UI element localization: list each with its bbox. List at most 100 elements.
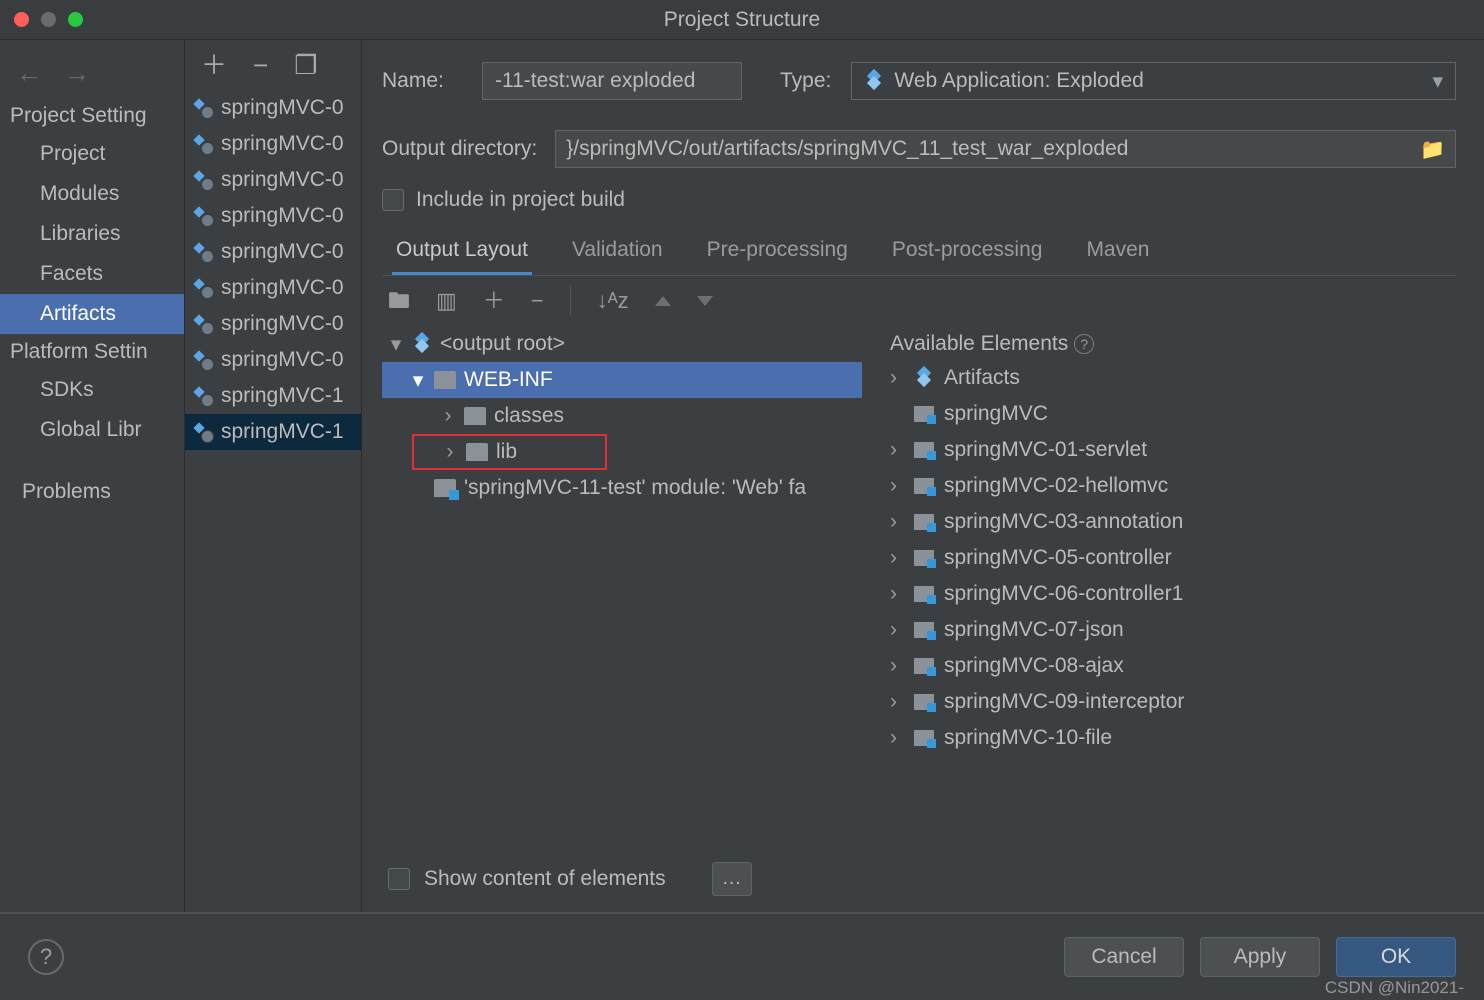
chevron-down-icon[interactable]: ▾ xyxy=(388,332,404,357)
available-item-artifacts[interactable]: › Artifacts xyxy=(870,360,1456,396)
artifact-icon xyxy=(193,278,213,298)
ok-button[interactable]: OK xyxy=(1336,937,1456,977)
window-title: Project Structure xyxy=(0,0,1484,40)
include-in-build-checkbox[interactable] xyxy=(382,189,404,211)
name-input[interactable]: -11-test:war exploded xyxy=(482,62,742,100)
tab-output-layout[interactable]: Output Layout xyxy=(392,230,532,275)
nav-back-icon[interactable]: ← xyxy=(16,60,42,86)
tab-validation[interactable]: Validation xyxy=(568,230,667,275)
available-module-item[interactable]: ›springMVC-01-servlet xyxy=(870,432,1456,468)
artifact-icon xyxy=(193,386,213,406)
available-module-item[interactable]: ›springMVC xyxy=(870,396,1456,432)
tab-maven[interactable]: Maven xyxy=(1082,230,1153,275)
folder-icon xyxy=(434,371,456,389)
tab-pre-processing[interactable]: Pre-processing xyxy=(703,230,852,275)
sidebar-item-libraries[interactable]: Libraries xyxy=(0,214,184,254)
artifact-list-item[interactable]: springMVC-0 xyxy=(185,306,361,342)
minimize-window-icon[interactable] xyxy=(41,12,56,27)
chevron-right-icon[interactable]: › xyxy=(890,582,904,606)
nav-forward-icon[interactable]: → xyxy=(64,60,90,86)
chevron-right-icon[interactable]: › xyxy=(890,618,904,642)
available-module-item[interactable]: ›springMVC-09-interceptor xyxy=(870,684,1456,720)
artifact-list-item[interactable]: springMVC-0 xyxy=(185,342,361,378)
more-options-button[interactable]: … xyxy=(712,862,752,896)
show-content-checkbox[interactable] xyxy=(388,868,410,890)
artifact-list-item[interactable]: springMVC-0 xyxy=(185,270,361,306)
chevron-right-icon[interactable]: › xyxy=(890,366,904,390)
sidebar-item-facets[interactable]: Facets xyxy=(0,254,184,294)
cancel-button[interactable]: Cancel xyxy=(1064,937,1184,977)
help-button[interactable]: ? xyxy=(28,939,64,975)
tree-output-root[interactable]: <output root> xyxy=(440,332,565,356)
module-icon xyxy=(914,478,934,494)
output-directory-label: Output directory: xyxy=(382,137,537,161)
available-module-item[interactable]: ›springMVC-02-hellomvc xyxy=(870,468,1456,504)
chevron-right-icon[interactable]: › xyxy=(890,474,904,498)
folder-icon xyxy=(464,407,486,425)
chevron-right-icon[interactable]: › xyxy=(440,404,456,428)
artifact-list-item[interactable]: springMVC-0 xyxy=(185,162,361,198)
artifact-detail-panel: Name: -11-test:war exploded Type: Web Ap… xyxy=(362,40,1484,912)
available-module-item[interactable]: ›springMVC-08-ajax xyxy=(870,648,1456,684)
remove-item-icon[interactable]: − xyxy=(531,290,544,312)
output-directory-input[interactable]: }/springMVC/out/artifacts/springMVC_11_t… xyxy=(555,130,1456,168)
artifact-icon xyxy=(193,134,213,154)
available-module-item[interactable]: ›springMVC-06-controller1 xyxy=(870,576,1456,612)
chevron-right-icon[interactable]: › xyxy=(890,690,904,714)
module-icon xyxy=(914,730,934,746)
output-root-icon xyxy=(412,334,432,354)
sidebar-item-project[interactable]: Project xyxy=(0,134,184,174)
help-icon[interactable]: ? xyxy=(1074,334,1094,354)
remove-artifact-button[interactable]: − xyxy=(253,52,268,78)
artifact-tabs: Output Layout Validation Pre-processing … xyxy=(382,230,1456,276)
tab-post-processing[interactable]: Post-processing xyxy=(888,230,1047,275)
artifact-list-item[interactable]: springMVC-1 xyxy=(185,414,361,450)
maximize-window-icon[interactable] xyxy=(68,12,83,27)
tree-item-web-inf[interactable]: ▾ WEB-INF xyxy=(382,362,862,398)
chevron-right-icon[interactable]: › xyxy=(890,438,904,462)
available-elements-heading: Available Elements xyxy=(890,332,1068,356)
sidebar-item-artifacts[interactable]: Artifacts xyxy=(0,294,184,334)
artifact-list-item[interactable]: springMVC-0 xyxy=(185,198,361,234)
add-artifact-button[interactable]: ＋ xyxy=(201,52,227,78)
available-module-item[interactable]: ›springMVC-05-controller xyxy=(870,540,1456,576)
sidebar-item-modules[interactable]: Modules xyxy=(0,174,184,214)
module-icon xyxy=(914,514,934,530)
artifact-list-item[interactable]: springMVC-1 xyxy=(185,378,361,414)
available-module-item[interactable]: ›springMVC-07-json xyxy=(870,612,1456,648)
chevron-right-icon[interactable]: › xyxy=(890,546,904,570)
close-window-icon[interactable] xyxy=(14,12,29,27)
move-up-icon[interactable] xyxy=(655,296,671,306)
apply-button[interactable]: Apply xyxy=(1200,937,1320,977)
type-select[interactable]: Web Application: Exploded ▾ xyxy=(851,62,1456,100)
chevron-down-icon[interactable]: ▾ xyxy=(410,368,426,393)
sort-icon[interactable]: ↓ᴬᴢ xyxy=(597,290,629,312)
sidebar-item-problems[interactable]: Problems xyxy=(0,472,184,512)
available-module-item[interactable]: ›springMVC-03-annotation xyxy=(870,504,1456,540)
new-folder-icon[interactable]: 🖿 xyxy=(388,290,410,312)
new-archive-icon[interactable]: ▥ xyxy=(436,290,457,312)
output-layout-tree[interactable]: ▾ <output root> ▾ WEB-INF › classes › xyxy=(382,326,862,848)
artifact-icon xyxy=(193,350,213,370)
browse-folder-icon[interactable]: 📁 xyxy=(1420,137,1445,162)
tree-item-classes[interactable]: › classes xyxy=(382,398,862,434)
tree-item-lib[interactable]: › lib xyxy=(412,434,607,470)
add-copy-icon[interactable]: ＋ xyxy=(483,290,505,312)
sidebar-item-global[interactable]: Global Libr xyxy=(0,410,184,450)
chevron-right-icon[interactable]: › xyxy=(442,440,458,464)
chevron-right-icon[interactable]: › xyxy=(890,726,904,750)
sidebar-item-sdks[interactable]: SDKs xyxy=(0,370,184,410)
chevron-right-icon[interactable]: › xyxy=(890,510,904,534)
chevron-right-icon[interactable]: › xyxy=(890,654,904,678)
web-folder-icon xyxy=(434,479,456,497)
artifact-icon xyxy=(193,98,213,118)
tree-item-module-web[interactable]: · 'springMVC-11-test' module: 'Web' fa xyxy=(382,470,862,506)
artifact-icon xyxy=(914,368,934,388)
move-down-icon[interactable] xyxy=(697,296,713,306)
artifact-list-item[interactable]: springMVC-0 xyxy=(185,90,361,126)
available-module-item[interactable]: ›springMVC-10-file xyxy=(870,720,1456,756)
sidebar-header-project-settings: Project Setting xyxy=(0,98,184,134)
artifact-list-item[interactable]: springMVC-0 xyxy=(185,126,361,162)
artifact-list-item[interactable]: springMVC-0 xyxy=(185,234,361,270)
copy-artifact-button[interactable]: ❐ xyxy=(294,52,317,78)
